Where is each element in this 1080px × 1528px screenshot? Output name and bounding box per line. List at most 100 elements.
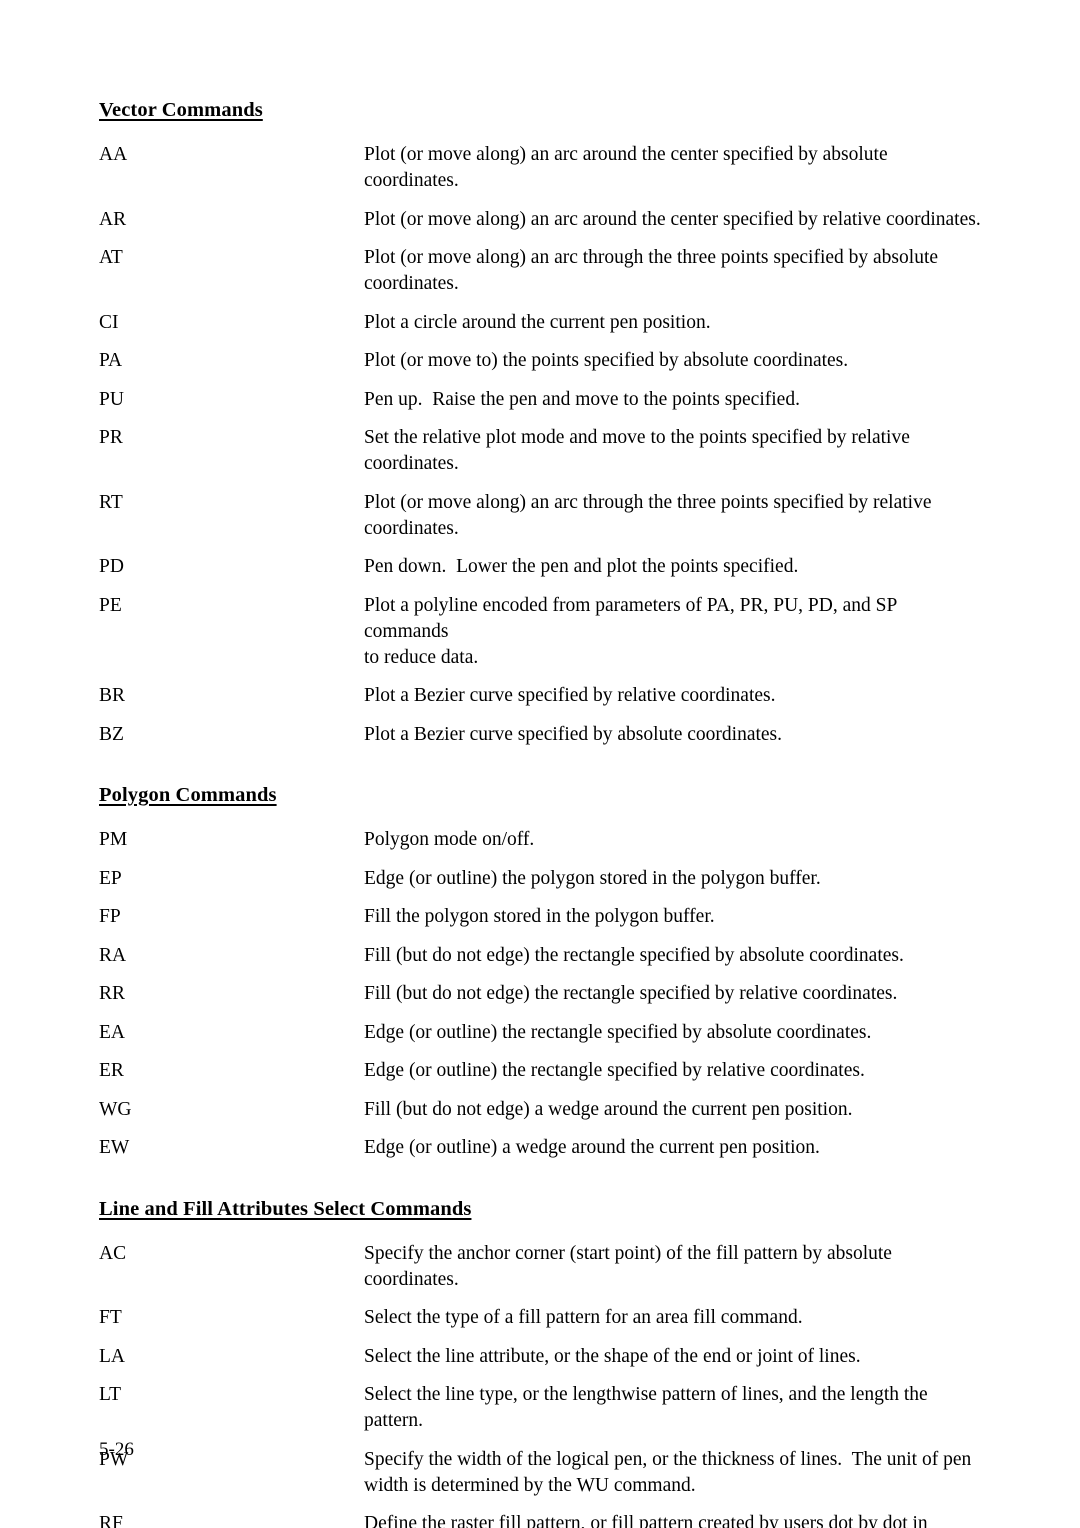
command-description-line: Pen down. Lower the pen and plot the poi… [364,556,799,577]
command-description-line: Specify the anchor corner (start point) … [364,1242,897,1290]
command-code: AA [99,144,128,165]
command-row: AT Plot (or move along) an arc through th… [99,245,989,297]
command-description-line: Fill (but do not edge) the rectangle spe… [364,983,898,1004]
command-row: EP Edge (or outline) the polygon stored i… [99,866,989,892]
command-row: BZ Plot a Bezier curve specified by absol… [99,722,989,748]
command-description-line: coordinates. [364,453,459,474]
command-description-line: Pen up. Raise the pen and move to the po… [364,388,800,410]
command-row: LT Select the line type, or the lengthwis… [99,1382,989,1434]
command-description: Plot (or move to) the points specified b… [364,348,984,374]
command-description-line: Plot a Bezier curve specified by absolut… [364,723,783,745]
command-code: PU [99,388,124,410]
command-description-line: Plot a circle around the current pen pos… [364,311,711,333]
command-description: Select the type of a fill pattern for an… [364,1305,984,1331]
command-code: RT [99,491,123,513]
command-description: Plot a Bezier curve specified by absolut… [364,722,984,748]
command-description-line: Select the type of a fill pattern for an… [364,1307,803,1328]
command-description: Fill (but do not edge) the rectangle spe… [364,943,984,969]
command-row: EA Edge (or outline) the rectangle specif… [99,1020,989,1046]
command-description-line: Edge (or outline) the rectangle specifie… [364,1021,872,1043]
command-description: Plot (or move along) an arc around the c… [364,142,984,194]
command-code: AT [99,247,123,268]
command-description-line: Select the line type, or the lengthwise … [364,1384,933,1431]
command-description-line: Plot (or move along) an arc around the c… [364,144,893,191]
command-description-line: Edge (or outline) the rectangle specifie… [364,1060,865,1081]
command-code: AR [99,208,127,230]
command-description-line: Plot (or move along) an arc through the … [364,247,939,268]
command-row: EW Edge (or outline) a wedge around the c… [99,1135,989,1161]
command-description-line: Fill (but do not edge) the rectangle spe… [364,944,904,966]
command-description-line: Fill the polygon stored in the polygon b… [364,906,715,927]
command-row: PU Pen up. Raise the pen and move to the … [99,387,989,413]
command-code: EW [99,1137,130,1158]
command-row: FT Select the type of a fill pattern for … [99,1305,989,1331]
command-code: PW [99,1448,129,1470]
command-code: WG [99,1098,132,1120]
command-description: Edge (or outline) the rectangle specifie… [364,1020,984,1046]
section-heading-2: Line and Fill Attributes Select Commands [99,1198,989,1220]
command-description-line: Select the line attribute, or the shape … [364,1345,861,1367]
command-code: PR [99,427,123,448]
section-heading-text: Vector Commands [99,99,263,121]
command-description: Set the relative plot mode and move to t… [364,425,984,477]
command-description-line: Specify the width of the logical pen, or… [364,1448,972,1470]
command-description-line: coordinates. [364,273,459,294]
section-heading-text: Polygon Commands [99,784,277,806]
command-description: Plot a circle around the current pen pos… [364,310,984,336]
command-row: CI Plot a circle around the current pen p… [99,310,989,336]
command-row: PW Specify the width of the logical pen, … [99,1447,989,1499]
section-heading-0: Vector Commands [99,100,989,121]
command-description-line: Polygon mode on/off. [364,829,535,850]
command-code: AC [99,1242,127,1264]
command-description: Select the line type, or the lengthwise … [364,1382,984,1434]
command-description: Pen down. Lower the pen and plot the poi… [364,554,984,580]
command-row: PE Plot a polyline encoded from parameter… [99,593,989,671]
command-description: Define the raster fill pattern, or fill … [364,1511,984,1528]
command-description-line: Plot a Bezier curve specified by relativ… [364,685,776,706]
command-description: Fill (but do not edge) the rectangle spe… [364,981,984,1007]
command-row: FP Fill the polygon stored in the polygon… [99,904,989,930]
command-row: RT Plot (or move along) an arc through th… [99,490,989,542]
document-page: Vector Commands AA Plot (or move along) an… [0,0,1080,1528]
command-code: RA [99,944,127,966]
heading-spacer [99,806,989,827]
command-description: Plot (or move along) an arc through the … [364,490,984,542]
command-description-line: width is determined by the WU command. [364,1474,696,1496]
command-row: RR Fill (but do not edge) the rectangle s… [99,981,989,1007]
command-code: BZ [99,723,124,745]
command-description: Edge (or outline) a wedge around the cur… [364,1135,984,1161]
command-code: RF [99,1513,123,1528]
command-reference-content: Vector Commands AA Plot (or move along) an… [99,100,989,1528]
command-description-line: Edge (or outline) a wedge around the cur… [364,1137,820,1158]
command-code: ER [99,1060,124,1081]
command-description-line: Set the relative plot mode and move to t… [364,427,910,448]
command-row: ER Edge (or outline) the rectangle specif… [99,1058,989,1084]
command-description: Polygon mode on/off. [364,827,984,853]
command-code: PD [99,556,124,577]
command-row: PA Plot (or move to) the points specified… [99,348,989,374]
command-code: PE [99,594,122,616]
command-code: PA [99,350,123,371]
command-code: PM [99,829,128,850]
command-description: Fill the polygon stored in the polygon b… [364,904,984,930]
command-description-line: Plot (or move along) an arc around the c… [364,208,981,230]
command-row: BR Plot a Bezier curve specified by relat… [99,683,989,709]
command-row: RF Define the raster fill pattern, or fil… [99,1511,989,1528]
command-description: Plot a polyline encoded from parameters … [364,593,984,671]
command-code: BR [99,685,126,706]
command-code: LT [99,1384,122,1405]
command-description: Plot (or move along) an arc through the … [364,245,984,297]
command-code: FP [99,906,121,927]
command-description-line: Plot (or move along) an arc through the … [364,491,932,513]
command-code: FT [99,1307,122,1328]
command-description-line: Plot (or move to) the points specified b… [364,350,849,371]
command-code: LA [99,1345,125,1367]
command-row: AC Specify the anchor corner (start point… [99,1241,989,1293]
command-row: AR Plot (or move along) an arc around the… [99,207,989,233]
section-heading-1: Polygon Commands [99,785,989,806]
command-description-line: coordinates. [364,517,459,539]
heading-spacer [99,121,989,142]
command-description: Select the line attribute, or the shape … [364,1344,984,1370]
command-description: Fill (but do not edge) a wedge around th… [364,1097,984,1123]
